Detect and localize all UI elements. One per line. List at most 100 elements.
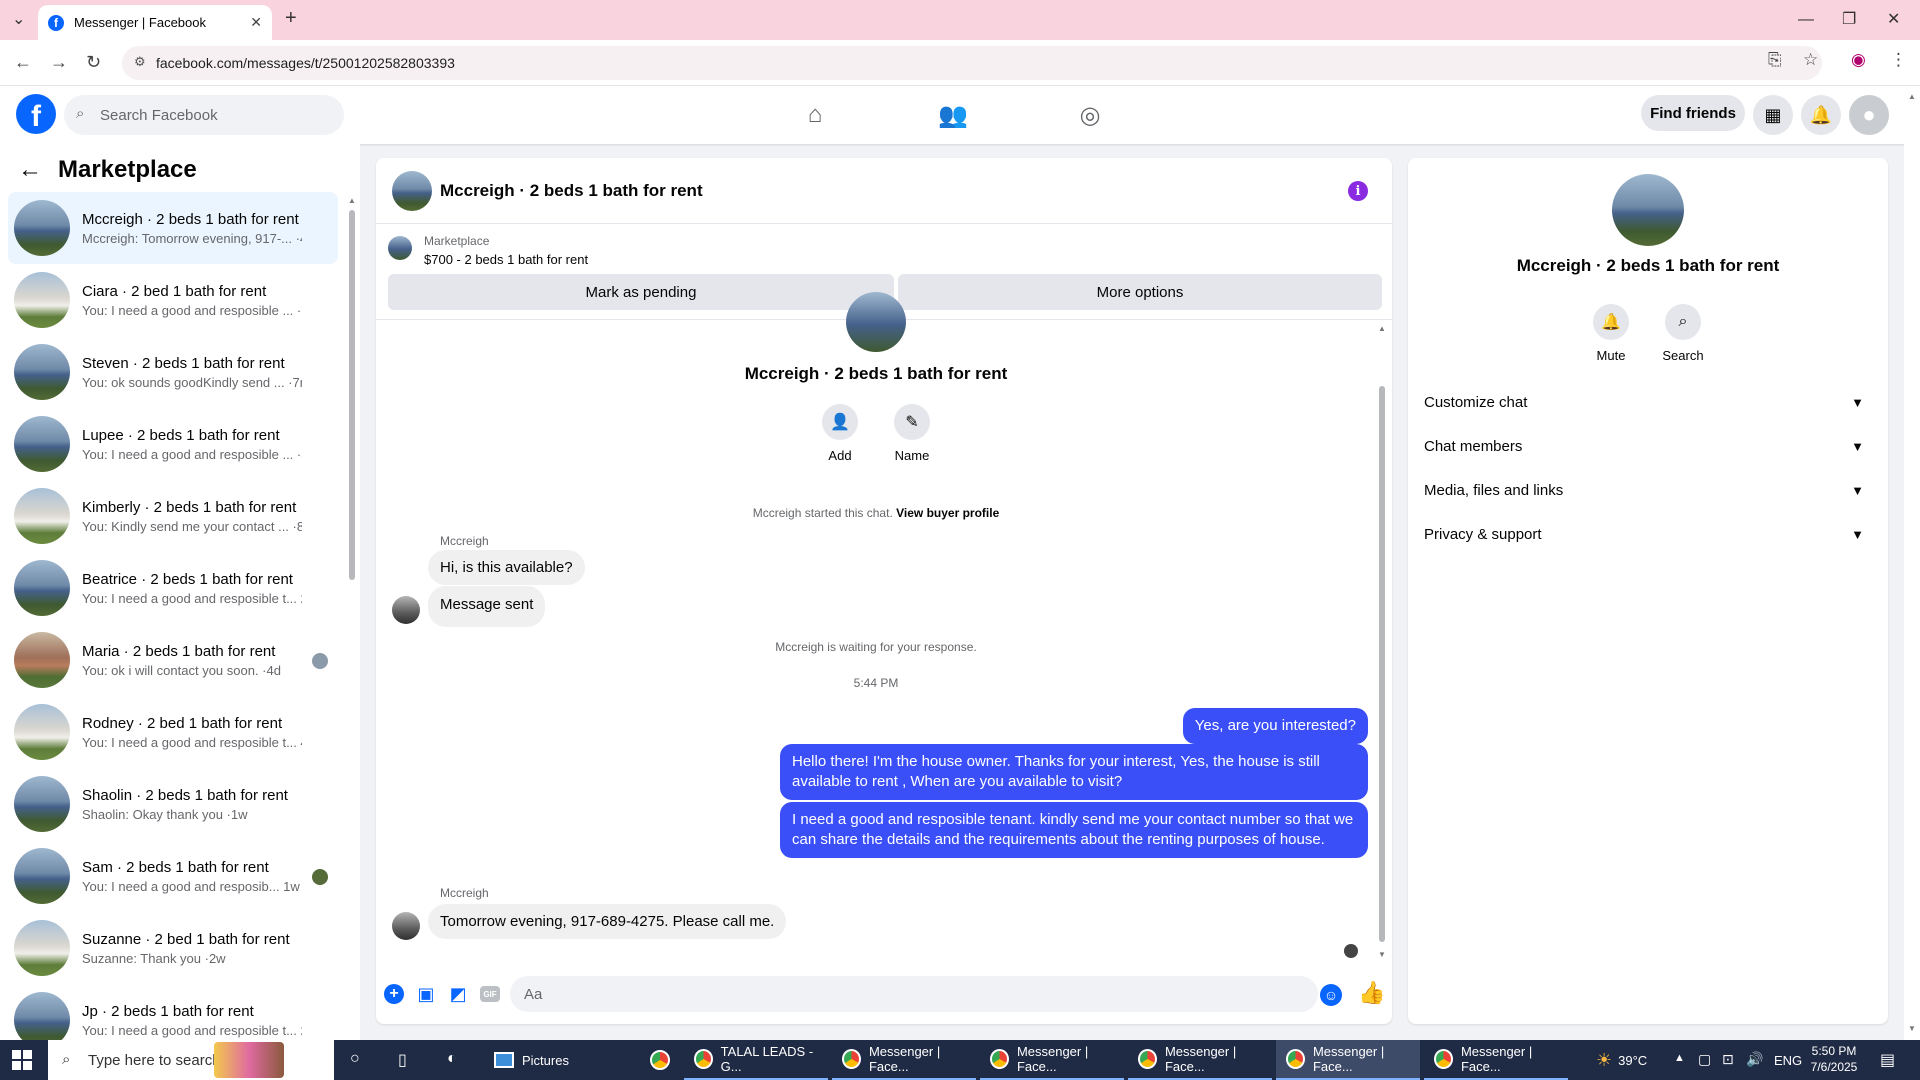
plus-icon[interactable]: + <box>384 984 404 1004</box>
conversation-item[interactable]: Beatrice · 2 beds 1 bath for rent You: I … <box>8 552 338 624</box>
conversation-item[interactable]: Ciara · 2 bed 1 bath for rent You: I need… <box>8 264 338 336</box>
conversation-item[interactable]: Shaolin · 2 beds 1 bath for rent Shaolin:… <box>8 768 338 840</box>
taskbar-app-messenger[interactable]: Messenger | Face... <box>1276 1040 1420 1080</box>
taskbar-app-messenger[interactable]: Messenger | Face... <box>1128 1040 1272 1080</box>
add-action[interactable]: 👤 Add <box>810 404 870 463</box>
minimize-icon[interactable]: — <box>1798 10 1814 30</box>
bell-icon[interactable]: 🔔 <box>1593 304 1629 340</box>
close-tab-icon[interactable]: ✕ <box>250 14 262 31</box>
incoming-message[interactable]: Tomorrow evening, 917-689-4275. Please c… <box>428 904 787 939</box>
site-info-icon[interactable]: ⚙ <box>134 54 146 70</box>
taskbar-search-input[interactable]: ⌕ Type here to search <box>48 1040 334 1080</box>
taskbar-app-talal-leads[interactable]: TALAL LEADS - G... <box>684 1040 828 1080</box>
groups-icon[interactable]: ◎ <box>1075 100 1105 130</box>
scrollbar-thumb[interactable] <box>1379 386 1385 942</box>
browser-tab[interactable]: f Messenger | Facebook ✕ <box>38 5 272 40</box>
chat-scrollbar[interactable]: ▲ ▼ <box>1377 324 1387 964</box>
friends-icon[interactable]: 👥 <box>938 100 968 130</box>
scroll-down-icon[interactable]: ▼ <box>1378 950 1386 959</box>
scroll-up-icon[interactable]: ▲ <box>1378 324 1386 333</box>
conversation-item[interactable]: Kimberly · 2 beds 1 bath for rent You: Ki… <box>8 480 338 552</box>
taskbar-app-messenger[interactable]: Messenger | Face... <box>832 1040 976 1080</box>
mute-action[interactable]: 🔔 Mute <box>1581 304 1641 363</box>
chat-thumbnail[interactable] <box>392 171 432 211</box>
pencil-icon[interactable]: ✎ <box>894 404 930 440</box>
conversation-item[interactable]: Mccreigh · 2 beds 1 bath for rent Mccreig… <box>8 192 338 264</box>
cortana-icon[interactable]: ○ <box>350 1050 360 1068</box>
close-window-icon[interactable]: ✕ <box>1887 10 1900 30</box>
incoming-message[interactable]: Hi, is this available? <box>428 550 585 585</box>
taskbar-app-messenger[interactable]: Messenger | Face... <box>1424 1040 1568 1080</box>
tab-search-icon[interactable]: ⌄ <box>12 10 25 30</box>
outgoing-message[interactable]: Yes, are you interested? <box>1182 708 1368 744</box>
scrollbar-thumb[interactable] <box>349 210 355 580</box>
conversation-item[interactable]: Lupee · 2 beds 1 bath for rent You: I nee… <box>8 408 338 480</box>
task-view-icon[interactable]: ▯ <box>398 1050 407 1070</box>
conversation-item[interactable]: Jp · 2 beds 1 bath for rent You: I need a… <box>8 984 338 1040</box>
page-scrollbar[interactable]: ▲ ▼ <box>1904 86 1920 1040</box>
back-icon[interactable]: ← <box>14 52 32 73</box>
weather-widget[interactable]: ☀ 39°C <box>1596 1040 1647 1080</box>
message-input[interactable]: Aa <box>510 976 1318 1012</box>
photo-icon[interactable]: ▣ <box>416 984 436 1004</box>
chat-title[interactable]: Mccreigh · 2 beds 1 bath for rent <box>440 181 703 201</box>
chat-members-section[interactable]: Chat members ▼ <box>1424 426 1872 466</box>
incoming-message[interactable]: Message sent <box>428 586 546 627</box>
notifications-bell-icon[interactable]: 🔔 <box>1801 95 1841 135</box>
sender-avatar[interactable] <box>392 912 420 940</box>
facebook-search-input[interactable]: ⌕ Search Facebook <box>64 95 344 135</box>
tray-chevron-up-icon[interactable]: ▲ <box>1674 1052 1685 1064</box>
sidebar-scrollbar[interactable]: ▲ ▼ <box>348 184 356 1020</box>
forward-icon[interactable]: → <box>50 52 68 73</box>
outgoing-message[interactable]: Hello there! I'm the house owner. Thanks… <box>780 744 1368 800</box>
tray-app-icon[interactable]: ▢ <box>1698 1051 1711 1068</box>
account-avatar[interactable]: ● <box>1849 95 1889 135</box>
add-person-icon[interactable]: 👤 <box>822 404 858 440</box>
scroll-down-icon[interactable]: ▼ <box>1908 1024 1916 1033</box>
taskbar-clock[interactable]: 5:50 PM 7/6/2025 <box>1804 1043 1864 1075</box>
taskbar-app-messenger[interactable]: Messenger | Face... <box>980 1040 1124 1080</box>
url-field[interactable]: ⚙ facebook.com/messages/t/25001202582803… <box>122 46 1822 80</box>
conversation-item[interactable]: Steven · 2 beds 1 bath for rent You: ok s… <box>8 336 338 408</box>
more-options-button[interactable]: More options <box>898 274 1382 310</box>
name-action[interactable]: ✎ Name <box>882 404 942 463</box>
facebook-logo-icon[interactable]: f <box>16 94 56 134</box>
conversation-item[interactable]: Sam · 2 beds 1 bath for rent You: I need … <box>8 840 338 912</box>
conversation-item[interactable]: Rodney · 2 bed 1 bath for rent You: I nee… <box>8 696 338 768</box>
outgoing-message[interactable]: I need a good and resposible tenant. kin… <box>780 802 1368 858</box>
find-friends-button[interactable]: Find friends <box>1641 95 1745 131</box>
mark-as-pending-button[interactable]: Mark as pending <box>388 274 894 310</box>
back-arrow-icon[interactable]: ← <box>18 156 42 184</box>
install-app-icon[interactable]: ⎘ <box>1768 50 1782 70</box>
view-buyer-profile-link[interactable]: View buyer profile <box>896 506 999 520</box>
taskbar-app-chrome[interactable] <box>640 1040 676 1080</box>
info-icon[interactable]: i <box>1348 181 1368 201</box>
scroll-up-icon[interactable]: ▲ <box>1908 92 1916 101</box>
emoji-icon[interactable]: ☺ <box>1320 984 1342 1006</box>
customize-chat-section[interactable]: Customize chat ▼ <box>1424 382 1872 422</box>
listing-price[interactable]: $700 - 2 beds 1 bath for rent <box>424 252 588 267</box>
search-icon[interactable]: ⌕ <box>1665 304 1701 340</box>
bookmark-star-icon[interactable]: ☆ <box>1803 50 1818 70</box>
profile-icon[interactable]: ◉ <box>1851 50 1866 70</box>
chrome-menu-icon[interactable]: ⋮ <box>1890 50 1907 70</box>
windows-start-icon[interactable] <box>12 1050 32 1070</box>
sender-avatar[interactable] <box>392 596 420 624</box>
reload-icon[interactable]: ↻ <box>86 52 101 73</box>
sticker-icon[interactable]: ◩ <box>448 984 468 1004</box>
app-pinned-icon[interactable]: ◐ <box>447 1050 457 1068</box>
restore-icon[interactable]: ❐ <box>1842 10 1856 30</box>
privacy-support-section[interactable]: Privacy & support ▼ <box>1424 514 1872 554</box>
gif-icon[interactable]: GIF <box>480 986 500 1002</box>
network-icon[interactable]: ⊡ <box>1722 1051 1734 1068</box>
notification-center-icon[interactable]: ▤ <box>1880 1050 1895 1070</box>
media-files-links-section[interactable]: Media, files and links ▼ <box>1424 470 1872 510</box>
language-indicator[interactable]: ENG <box>1774 1040 1802 1080</box>
conversation-item[interactable]: Maria · 2 beds 1 bath for rent You: ok i … <box>8 624 338 696</box>
thumbs-up-icon[interactable]: 👍 <box>1358 980 1385 1006</box>
home-icon[interactable]: ⌂ <box>800 100 830 130</box>
taskbar-app-pictures[interactable]: Pictures <box>484 1040 632 1080</box>
new-tab-icon[interactable]: + <box>285 8 297 28</box>
conversation-item[interactable]: Suzanne · 2 bed 1 bath for rent Suzanne: … <box>8 912 338 984</box>
search-action[interactable]: ⌕ Search <box>1653 304 1713 363</box>
